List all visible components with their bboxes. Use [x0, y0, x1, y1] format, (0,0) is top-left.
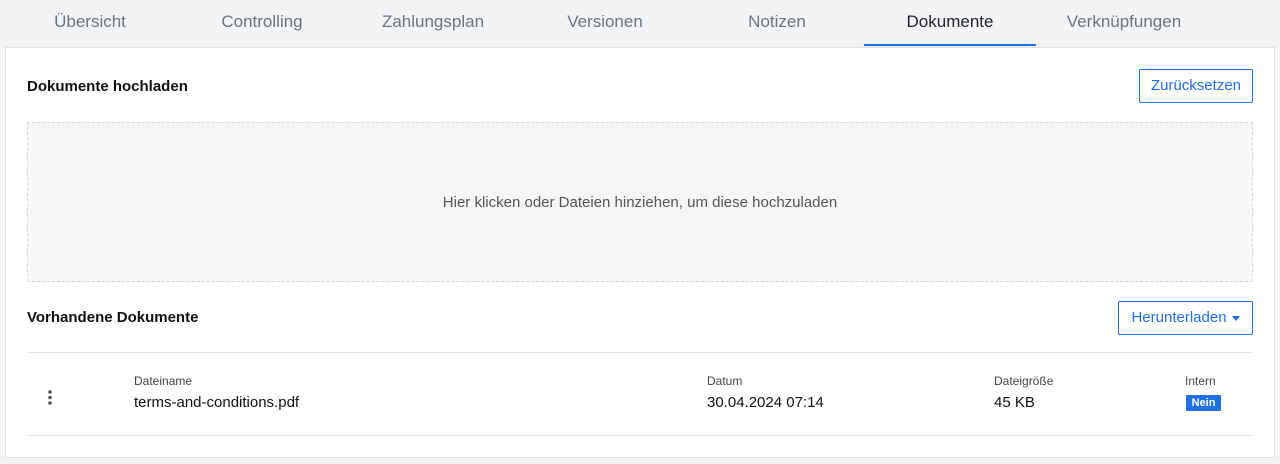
- tab-uebersicht[interactable]: Übersicht: [5, 0, 175, 46]
- date-value: 30.04.2024 07:14: [707, 394, 824, 411]
- kebab-menu-icon[interactable]: [46, 388, 58, 408]
- tab-zahlungsplan[interactable]: Zahlungsplan: [348, 0, 518, 46]
- tab-notizen[interactable]: Notizen: [692, 0, 862, 46]
- existing-documents-title: Vorhandene Dokumente: [27, 309, 199, 326]
- dropzone-text: Hier klicken oder Dateien hinziehen, um …: [442, 193, 838, 211]
- table-bottom-divider: [27, 435, 1253, 436]
- download-label: Herunterladen: [1131, 309, 1227, 326]
- tab-verknuepfungen[interactable]: Verknüpfungen: [1038, 0, 1210, 46]
- internal-column-label: Intern: [1185, 374, 1216, 388]
- size-column-label: Dateigröße: [994, 374, 1054, 388]
- download-dropdown-button[interactable]: Herunterladen: [1118, 301, 1253, 335]
- filename-column-label: Dateiname: [134, 374, 193, 388]
- tab-dokumente[interactable]: Dokumente: [864, 0, 1036, 46]
- tab-versionen[interactable]: Versionen: [520, 0, 690, 46]
- size-value: 45 KB: [994, 394, 1035, 411]
- upload-section-title: Dokumente hochladen: [27, 78, 188, 95]
- date-column-label: Datum: [707, 374, 743, 388]
- documents-panel: Dokumente hochladen Zurücksetzen Hier kl…: [5, 47, 1275, 458]
- tab-bar: Übersicht Controlling Zahlungsplan Versi…: [0, 0, 1280, 46]
- filename-value[interactable]: terms-and-conditions.pdf: [134, 394, 299, 411]
- upload-dropzone[interactable]: Hier klicken oder Dateien hinziehen, um …: [27, 122, 1253, 282]
- tab-controlling[interactable]: Controlling: [177, 0, 347, 46]
- table-top-divider: [27, 352, 1253, 353]
- caret-down-icon: [1231, 315, 1240, 321]
- reset-button[interactable]: Zurücksetzen: [1139, 69, 1253, 103]
- internal-status-badge: Nein: [1186, 395, 1221, 411]
